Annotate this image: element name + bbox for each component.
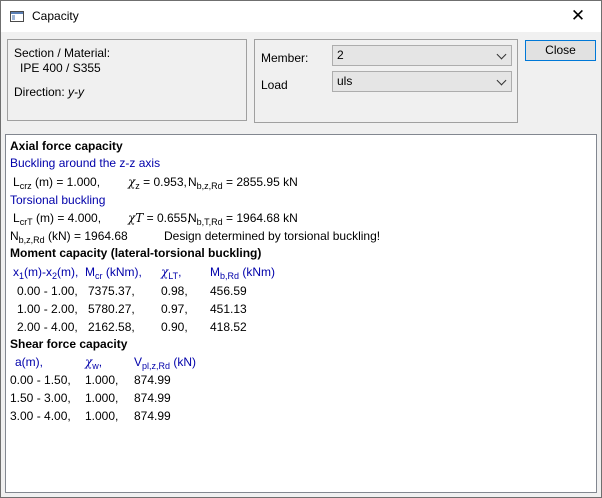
title-bar: Capacity ✕ (1, 1, 601, 32)
moment-row-range: 2.00 - 4.00, (17, 320, 78, 334)
shear-heading: Shear force capacity (10, 337, 128, 351)
capacity-window: Capacity ✕ Section / Material: IPE 400 /… (0, 0, 602, 498)
moment-row-chi: 0.90, (161, 320, 188, 334)
member-label: Member: (261, 51, 309, 65)
shear-row-chi: 1.000, (85, 391, 119, 405)
moment-col-chi: χLT, (161, 265, 182, 281)
moment-row-mcr: 7375.37, (88, 284, 135, 298)
chevron-down-icon (496, 49, 507, 60)
shear-col-chi: χw, (85, 355, 103, 371)
direction-label: Direction: (14, 85, 65, 99)
window-title: Capacity (32, 9, 79, 23)
close-icon[interactable]: ✕ (555, 1, 601, 32)
shear-row-v: 874.99 (134, 409, 171, 423)
design-nbzrd-value: Nb,z,Rd (kN) = 1964.68 (10, 229, 128, 245)
moment-col-mb: Mb,Rd (kNm) (210, 265, 276, 281)
moment-row-range: 0.00 - 1.00, (17, 284, 78, 298)
load-select-value: uls (337, 74, 353, 88)
lcrt-value: LcrT (m) = 4.000, (13, 211, 102, 227)
torsional-label: Torsional buckling (10, 193, 106, 207)
axial-heading: Axial force capacity (10, 139, 123, 153)
buckling-zz-label: Buckling around the z-z axis (10, 156, 161, 170)
member-load-panel: Member: 2 Load uls (254, 39, 518, 123)
moment-row-chi: 0.98, (161, 284, 188, 298)
shear-row-v: 874.99 (134, 391, 171, 405)
member-select[interactable]: 2 (332, 45, 512, 66)
nbtrd-value: Nb,T,Rd = 1964.68 kN (188, 211, 298, 227)
section-material-label: Section / Material: (14, 46, 111, 60)
moment-col-range: x1(m)-x2(m), (13, 265, 79, 281)
shear-col-range: a(m), (15, 355, 43, 369)
moment-col-mcr: Mcr (kNm), (85, 265, 142, 281)
section-material-value: IPE 400 / S355 (20, 61, 101, 75)
moment-row-range: 1.00 - 2.00, (17, 302, 78, 316)
design-note: Design determined by torsional buckling! (164, 229, 381, 243)
load-select[interactable]: uls (332, 71, 512, 92)
window-icon (10, 11, 24, 22)
close-button[interactable]: Close (525, 40, 596, 61)
direction-value: y-y (68, 85, 84, 99)
member-select-value: 2 (337, 48, 344, 62)
shear-row-range: 3.00 - 4.00, (10, 409, 71, 423)
section-info-panel: Section / Material: IPE 400 / S355 Direc… (7, 39, 247, 121)
lcrz-value: Lcrz (m) = 1.000, (13, 175, 101, 191)
shear-row-chi: 1.000, (85, 373, 119, 387)
moment-row-mb: 451.13 (210, 302, 247, 316)
chi-t-value: χT = 0.655, (128, 211, 191, 225)
chevron-down-icon (496, 75, 507, 86)
moment-heading: Moment capacity (lateral-torsional buckl… (10, 246, 262, 260)
moment-row-mb: 456.59 (210, 284, 247, 298)
shear-col-v: Vpl,z,Rd (kN) (134, 355, 197, 371)
shear-row-chi: 1.000, (85, 409, 119, 423)
moment-row-chi: 0.97, (161, 302, 188, 316)
shear-row-range: 0.00 - 1.50, (10, 373, 71, 387)
moment-row-mb: 418.52 (210, 320, 247, 334)
moment-row-mcr: 5780.27, (88, 302, 135, 316)
report-text-area[interactable]: Axial force capacity Buckling around the… (5, 134, 597, 493)
moment-row-mcr: 2162.58, (88, 320, 135, 334)
chi-z-value: χz = 0.953, (128, 175, 187, 191)
load-label: Load (261, 78, 288, 92)
shear-row-v: 874.99 (134, 373, 171, 387)
shear-row-range: 1.50 - 3.00, (10, 391, 71, 405)
nbzrd-value: Nb,z,Rd = 2855.95 kN (188, 175, 298, 191)
